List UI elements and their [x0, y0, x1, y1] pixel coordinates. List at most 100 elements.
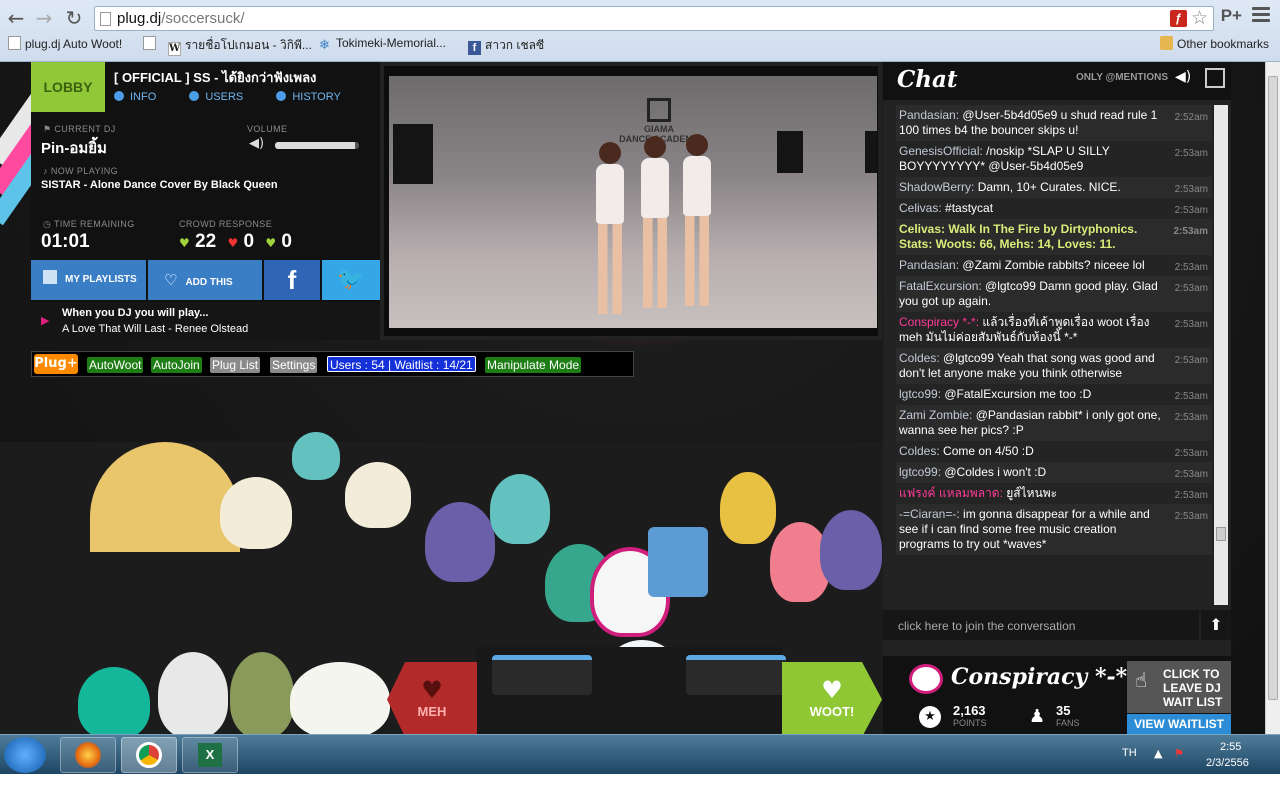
plug-plus-toolbar: Plug+ AutoWoot AutoJoin Plug List Settin…: [31, 351, 634, 377]
reload-icon[interactable]: ↻: [62, 6, 86, 30]
speaker: [777, 131, 803, 173]
crowd-response: ♥ 22 ♥ 0 ♥ 0: [179, 231, 292, 253]
chat-text: Damn, 10+ Curates. NICE.: [974, 180, 1121, 194]
excel-icon[interactable]: X: [182, 737, 238, 773]
meh-heart-icon: ♥: [227, 236, 239, 250]
video-frame: GIAMA DANCE ACADEMY: [389, 76, 877, 328]
chat-username[interactable]: Zami Zombie:: [899, 408, 972, 422]
bookmark-star-icon[interactable]: ☆: [1191, 7, 1208, 29]
firefox-icon[interactable]: [60, 737, 116, 773]
forward-icon[interactable]: →: [32, 6, 56, 30]
settings-button[interactable]: Settings: [270, 357, 318, 373]
tab-history[interactable]: HISTORY: [276, 91, 341, 103]
next-song-title: A Love That Will Last - Renee Olstead: [62, 323, 249, 335]
meh-count: 0: [243, 231, 255, 252]
autojoin-button[interactable]: AutoJoin: [151, 357, 202, 373]
chat-username[interactable]: lgtco99:: [899, 387, 941, 401]
back-icon[interactable]: ←: [4, 6, 28, 30]
view-waitlist-button[interactable]: VIEW WAITLIST: [1127, 714, 1231, 734]
turntable: [686, 655, 786, 695]
room-info-panel: LOBBY [ OFFICIAL ] SS - ได้ยิงกว่าฟังเพล…: [31, 62, 380, 340]
bookmark-item[interactable]: W รายชื่อโปเกมอน - วิกิพี...: [168, 36, 312, 56]
profile-button[interactable]: P+: [1221, 6, 1242, 26]
chat-username[interactable]: Pandasian:: [899, 108, 959, 122]
start-button[interactable]: [4, 737, 46, 773]
manipulate-mode-button[interactable]: Manipulate Mode: [485, 357, 582, 373]
facebook-share-button[interactable]: f: [264, 260, 320, 300]
page-icon: [8, 36, 21, 50]
chat-message: GenesisOfficial: /noskip *SLAP U SILLY B…: [896, 141, 1212, 177]
chat-input[interactable]: click here to join the conversation: [883, 610, 1199, 640]
sound-icon[interactable]: ◀): [1175, 69, 1191, 85]
other-bookmarks[interactable]: Other bookmarks: [1160, 36, 1269, 51]
chat-timestamp: 2:53am: [1174, 511, 1208, 522]
chat-message: Coldes: @lgtco99 Yeah that song was good…: [896, 348, 1212, 384]
lobby-button[interactable]: LOBBY: [31, 62, 105, 112]
chat-username[interactable]: -=Ciaran=-:: [899, 507, 960, 521]
clock-time[interactable]: 2:55: [1220, 741, 1241, 753]
chat-username[interactable]: lgtco99:: [899, 465, 941, 479]
speaker-icon[interactable]: ◀): [249, 136, 264, 151]
chat-username[interactable]: ShadowBerry:: [899, 180, 974, 194]
chat-username[interactable]: Celivas:: [899, 222, 945, 236]
chat-timestamp: 2:52am: [1174, 112, 1208, 123]
meh-button[interactable]: ♥ MEH: [387, 662, 477, 734]
woot-button[interactable]: ♥ WOOT!: [782, 662, 882, 734]
tab-info[interactable]: INFO: [114, 91, 156, 103]
popout-icon[interactable]: [1205, 68, 1225, 88]
points-star-icon: ★: [919, 706, 941, 728]
bookmarks-bar: plug.dj Auto Woot! W รายชื่อโปเกมอน - วิก…: [0, 34, 1280, 56]
current-dj-name: Pin-อมยิ้ม: [41, 140, 107, 157]
chat-messages: Pandasian: @User-5b4d05e9 u shud read ru…: [896, 105, 1212, 605]
only-mentions-toggle[interactable]: ONLY @MENTIONS: [1076, 72, 1168, 83]
chat-scrollbar[interactable]: [1214, 105, 1228, 605]
chat-username[interactable]: Coldes:: [899, 444, 940, 458]
page-icon: [100, 12, 111, 26]
chat-username[interactable]: Pandasian:: [899, 258, 959, 272]
action-center-flag-icon[interactable]: ⚑: [1174, 747, 1184, 760]
scroll-up-icon[interactable]: ⬆: [1201, 610, 1231, 640]
users-waitlist-button[interactable]: Users : 54 | Waitlist : 14/21: [327, 356, 476, 372]
page-scrollbar[interactable]: [1265, 62, 1280, 734]
user-avatar[interactable]: [909, 664, 943, 694]
chrome-icon[interactable]: [121, 737, 177, 773]
chat-username[interactable]: Coldes:: [899, 351, 940, 365]
chat-text: #tastycat: [941, 201, 994, 215]
address-bar[interactable]: plug.dj/soccersuck/ ƒ ☆: [94, 6, 1214, 31]
video-player[interactable]: GIAMA DANCE ACADEMY: [380, 62, 882, 340]
my-playlists-button[interactable]: MY PLAYLISTS: [31, 260, 146, 300]
language-indicator[interactable]: TH: [1122, 747, 1137, 759]
leave-waitlist-button[interactable]: ☝ CLICK TO LEAVE DJ WAIT LIST: [1127, 661, 1231, 713]
chat-timestamp: 2:53am: [1174, 355, 1208, 366]
chat-message: Zami Zombie: @Pandasian rabbit* i only g…: [896, 405, 1212, 441]
bookmark-item[interactable]: ❄ Tokimeki-Memorial...: [319, 36, 446, 52]
bookmark-item[interactable]: [143, 36, 160, 51]
fans-label: FANS: [1056, 718, 1080, 728]
chat-message: Celivas: #tastycat 2:53am: [896, 198, 1212, 219]
broken-heart-icon: ♥: [421, 676, 443, 704]
add-this-button[interactable]: ♡ ADD THIS: [148, 260, 262, 300]
chat-panel: Chat ONLY @MENTIONS ◀) Pandasian: @User-…: [883, 62, 1231, 734]
tab-users[interactable]: USERS: [189, 91, 243, 103]
volume-label: VOLUME: [247, 124, 288, 134]
autowoot-button[interactable]: AutoWoot: [87, 357, 144, 373]
username[interactable]: Conspiracy *-*: [951, 664, 1127, 690]
plug-list-button[interactable]: Plug List: [210, 357, 261, 373]
chat-username[interactable]: Celivas:: [899, 201, 942, 215]
bookmark-item[interactable]: plug.dj Auto Woot!: [8, 36, 122, 51]
clock-date[interactable]: 2/3/2556: [1206, 757, 1249, 769]
chat-username[interactable]: Conspiracy *-*:: [899, 315, 979, 329]
flash-plugin-icon[interactable]: ƒ: [1170, 10, 1187, 27]
avatar: [220, 477, 292, 549]
bookmark-item[interactable]: f สาวก เชลซี: [468, 36, 544, 55]
tray-arrow-icon[interactable]: ▲: [1154, 747, 1162, 760]
chat-username[interactable]: FatalExcursion:: [899, 279, 982, 293]
menu-icon[interactable]: [1252, 7, 1270, 23]
chat-username[interactable]: GenesisOfficial:: [899, 144, 983, 158]
twitter-share-button[interactable]: 🐦: [322, 260, 380, 300]
navigation-row: ← → ↻ plug.dj/soccersuck/ ƒ ☆ P+: [0, 4, 1280, 32]
playlist-icon: [43, 270, 57, 284]
chat-username[interactable]: แฟรงค์ แหลมพลาด:: [899, 486, 1003, 500]
volume-slider[interactable]: [275, 142, 359, 149]
avatar: [490, 474, 550, 544]
